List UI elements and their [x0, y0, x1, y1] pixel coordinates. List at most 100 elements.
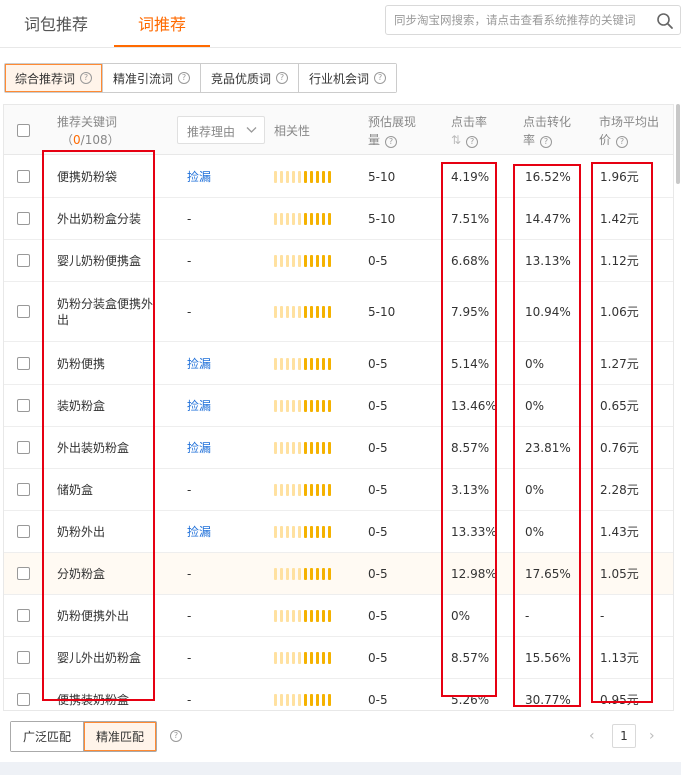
impressions-cell: 0-5	[368, 441, 388, 455]
impressions-cell: 0-5	[368, 567, 388, 581]
row-checkbox[interactable]	[17, 170, 30, 183]
select-all-checkbox[interactable]	[17, 124, 30, 137]
help-icon[interactable]: ?	[466, 136, 479, 148]
relevance-bar	[304, 442, 307, 454]
row-checkbox[interactable]	[17, 399, 30, 412]
help-icon[interactable]: ?	[540, 136, 553, 148]
header-keyword: 推荐关键词	[57, 115, 118, 129]
chevron-left-icon[interactable]: ‹	[589, 728, 603, 744]
chevron-right-icon[interactable]: ›	[649, 728, 663, 744]
relevance-bar	[322, 526, 325, 538]
relevance-bar	[292, 255, 295, 267]
impressions-cell: 5-10	[368, 212, 396, 226]
relevance-bar	[286, 484, 289, 496]
ctr-cell: 3.13%	[451, 483, 490, 497]
keyword-text: 奶粉分装盒便携外	[57, 297, 154, 311]
relevance-bar	[310, 568, 313, 580]
relevance-bar	[316, 358, 319, 370]
reason-cell[interactable]: 捡漏	[187, 398, 211, 414]
keyword-table: 推荐关键词 （0/108） 推荐理由 相关性 预估展现 量? 点击率 ⇅? 点击…	[3, 104, 674, 711]
reason-select-label: 推荐理由	[187, 125, 236, 139]
reason-select[interactable]: 推荐理由	[177, 116, 265, 144]
filter-comprehensive[interactable]: 综合推荐词?	[5, 64, 104, 92]
relevance-bar	[274, 694, 277, 706]
row-checkbox[interactable]	[17, 357, 30, 370]
ctr-cell: 0%	[451, 609, 471, 623]
row-checkbox[interactable]	[17, 567, 30, 580]
relevance-bar	[292, 484, 295, 496]
header-cvr-line2: 率	[523, 133, 536, 147]
help-icon[interactable]: ?	[80, 72, 93, 84]
relevance-bar	[322, 694, 325, 706]
relevance-bar	[304, 610, 307, 622]
impressions-cell: 0-5	[368, 525, 388, 539]
relevance-bar	[280, 400, 283, 412]
relevance-bar	[292, 568, 295, 580]
relevance-bar	[286, 400, 289, 412]
row-checkbox[interactable]	[17, 212, 30, 225]
relevance-bar	[316, 484, 319, 496]
row-checkbox[interactable]	[17, 651, 30, 664]
relevance-bar	[316, 255, 319, 267]
row-checkbox[interactable]	[17, 483, 30, 496]
filter-industry[interactable]: 行业机会词?	[299, 64, 397, 92]
relevance-bar	[322, 652, 325, 664]
table-scrollbar[interactable]	[676, 104, 680, 184]
search-icon[interactable]	[656, 12, 674, 30]
filter-precise[interactable]: 精准引流词?	[103, 64, 202, 92]
relevance-bar	[286, 652, 289, 664]
relevance-bar	[274, 526, 277, 538]
help-icon[interactable]: ?	[385, 136, 398, 148]
row-checkbox[interactable]	[17, 254, 30, 267]
count-open: （	[61, 133, 74, 147]
relevance-bar	[322, 568, 325, 580]
relevance-bar	[274, 652, 277, 664]
header-cvr: 点击转化	[523, 115, 572, 129]
help-icon[interactable]: ?	[178, 72, 191, 84]
help-icon[interactable]: ?	[170, 730, 182, 742]
filter-label: 综合推荐词	[15, 71, 76, 86]
table-row: 外出奶粉盒分装 - 5-10 7.51% 14.47% 1.42元	[4, 198, 673, 240]
relevance-bar	[310, 526, 313, 538]
page-number[interactable]: 1	[612, 724, 636, 748]
row-checkbox[interactable]	[17, 525, 30, 538]
help-icon[interactable]: ?	[616, 136, 629, 148]
row-checkbox[interactable]	[17, 305, 30, 318]
tab-word-recommend[interactable]: 词推荐	[138, 11, 186, 35]
relevance-bar	[304, 526, 307, 538]
header-relevance: 相关性	[274, 124, 311, 138]
exact-match-button[interactable]: 精准匹配	[84, 722, 157, 751]
reason-cell[interactable]: 捡漏	[187, 169, 211, 185]
reason-cell[interactable]: 捡漏	[187, 356, 211, 372]
filter-competitor[interactable]: 竞品优质词?	[201, 64, 300, 92]
help-icon[interactable]: ?	[374, 72, 387, 84]
row-checkbox[interactable]	[17, 609, 30, 622]
cvr-cell: 10.94%	[525, 305, 571, 319]
reason-cell[interactable]: 捡漏	[187, 440, 211, 456]
sort-icon[interactable]: ⇅	[451, 133, 461, 147]
relevance-bar	[328, 568, 331, 580]
relevance-bar	[280, 442, 283, 454]
reason-cell[interactable]: 捡漏	[187, 524, 211, 540]
relevance-bar	[328, 610, 331, 622]
header-price-line2: 价	[599, 133, 612, 147]
relevance-bar	[298, 255, 301, 267]
relevance-bar	[322, 442, 325, 454]
filter-label: 精准引流词	[113, 71, 174, 86]
row-checkbox[interactable]	[17, 693, 30, 706]
keyword-cell: 外出奶粉盒分装	[57, 212, 142, 226]
table-row: 便携装奶粉盒 - 0-5 5.26% 30.77% 0.95元	[4, 679, 673, 710]
price-cell: 0.95元	[600, 693, 639, 707]
relevance-bar	[298, 526, 301, 538]
help-icon[interactable]: ?	[276, 72, 289, 84]
search-input[interactable]	[394, 11, 649, 29]
table-row: 分奶粉盒 - 0-5 12.98% 17.65% 1.05元	[4, 553, 673, 595]
relevance-bar	[280, 213, 283, 225]
impressions-cell: 5-10	[368, 170, 396, 184]
tab-package-recommend[interactable]: 词包推荐	[24, 11, 88, 35]
relevance-bars	[274, 213, 331, 225]
price-cell: 1.06元	[600, 305, 639, 319]
impressions-cell: 0-5	[368, 483, 388, 497]
row-checkbox[interactable]	[17, 441, 30, 454]
broad-match-button[interactable]: 广泛匹配	[11, 722, 85, 751]
